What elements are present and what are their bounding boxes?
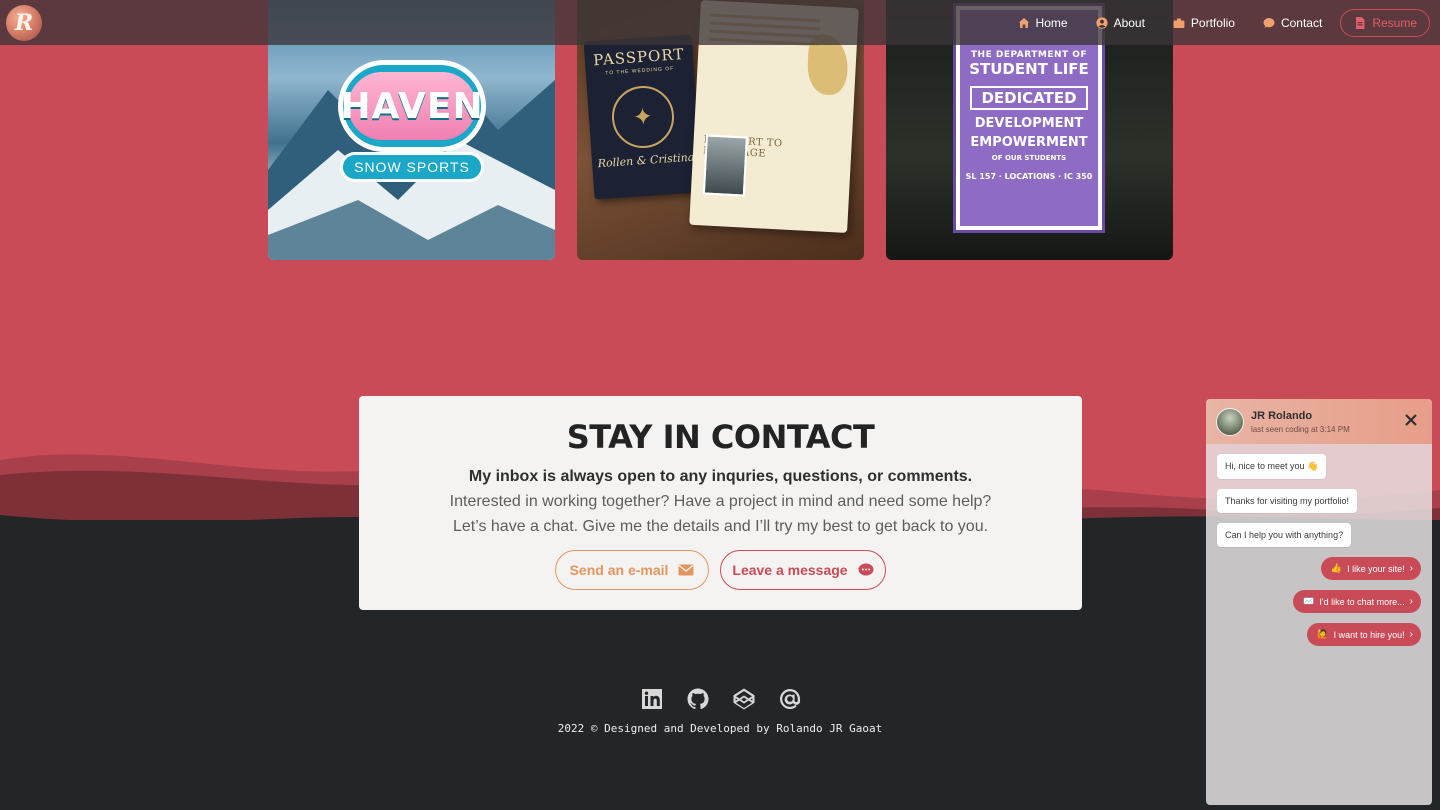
- reply-row: 🙋 I want to hire you! ›: [1217, 623, 1421, 656]
- envelope-emoji-icon: ✉️: [1303, 596, 1315, 606]
- quick-reply-chat-more[interactable]: ✉️ I'd like to chat more... ›: [1293, 590, 1421, 613]
- passport-cover: PASSPORT TO THE WEDDING OF ✦ Rollen & Cr…: [583, 34, 703, 200]
- contact-buttons: Send an e-mail Leave a message: [359, 550, 1082, 590]
- contact-line-1: Interested in working together? Have a p…: [449, 493, 992, 510]
- nav-portfolio-link[interactable]: Portfolio: [1159, 8, 1249, 38]
- send-email-label: Send an e-mail: [569, 562, 669, 578]
- message-row: Thanks for visiting my portfolio!: [1217, 489, 1421, 523]
- quick-reply-like-site[interactable]: 👍 I like your site! ›: [1320, 557, 1421, 580]
- poster-line-3: DEDICATED: [970, 86, 1088, 110]
- site-logo[interactable]: R: [6, 4, 42, 41]
- poster-line-1: THE DEPARTMENT OF: [970, 50, 1088, 60]
- at-sign-icon[interactable]: [778, 687, 802, 711]
- quick-reply-hire[interactable]: 🙋 I want to hire you! ›: [1307, 623, 1421, 646]
- nav-contact-link[interactable]: Contact: [1249, 8, 1336, 38]
- nav-home-link[interactable]: Home: [1004, 8, 1082, 38]
- poster-line-2: STUDENT LIFE: [969, 60, 1089, 78]
- chat-bubble-icon: [858, 563, 874, 576]
- briefcase-icon: [1173, 18, 1185, 28]
- navbar: R Home About Portfolio Contact Resume: [0, 0, 1440, 45]
- file-icon: [1356, 16, 1365, 29]
- poster-line-5: EMPOWERMENT: [970, 135, 1088, 150]
- thumbs-up-icon: 👍: [1330, 563, 1343, 573]
- close-icon: [1405, 413, 1417, 426]
- nav-contact-label: Contact: [1280, 15, 1323, 30]
- send-email-button[interactable]: Send an e-mail: [555, 550, 709, 590]
- message-row: Can I help you with anything?: [1217, 523, 1421, 557]
- chat-message-incoming: Thanks for visiting my portfolio!: [1217, 489, 1358, 513]
- chat-widget: JR Rolando last seen coding at 3:14 PM H…: [1206, 399, 1432, 805]
- leave-message-button[interactable]: Leave a message: [720, 550, 886, 590]
- chat-message-incoming: Can I help you with anything?: [1217, 523, 1352, 547]
- nav-about-link[interactable]: About: [1082, 8, 1159, 38]
- close-chat-button[interactable]: [1404, 413, 1422, 431]
- avatar: [1216, 407, 1244, 436]
- nav-home-label: Home: [1035, 15, 1068, 30]
- home-icon: [1018, 17, 1029, 28]
- reply-row: ✉️ I'd like to chat more... ›: [1217, 590, 1421, 623]
- resume-label: Resume: [1372, 15, 1417, 30]
- haven-logo: HAVEN SNOW SPORTS: [338, 60, 486, 182]
- chevron-right-icon: ›: [1409, 629, 1413, 640]
- envelope-icon: [678, 564, 694, 576]
- maple-leaf-icon: ✦: [609, 83, 677, 151]
- nav-about-label: About: [1113, 15, 1145, 30]
- resume-button[interactable]: Resume: [1340, 8, 1430, 37]
- nav-portfolio-label: Portfolio: [1190, 15, 1235, 30]
- chevron-right-icon: ›: [1409, 596, 1413, 607]
- haven-title: HAVEN: [340, 72, 483, 140]
- social-links: [640, 687, 802, 711]
- haven-subtitle: SNOW SPORTS: [340, 152, 484, 182]
- couple-photo: [702, 134, 748, 197]
- raised-hand-icon: 🙋: [1317, 629, 1329, 639]
- contact-lead: My inbox is always open to any inquries,…: [468, 468, 973, 485]
- quick-reply-label: I want to hire you!: [1333, 629, 1405, 640]
- chat-messages: Hi, nice to meet you 👋 Thanks for visiti…: [1206, 444, 1432, 656]
- quick-reply-label: I'd like to chat more...: [1319, 596, 1405, 607]
- haven-goggle: HAVEN: [338, 60, 486, 152]
- codepen-icon[interactable]: [732, 687, 756, 711]
- contact-line-2: Let’s have a chat. Give me the details a…: [452, 518, 989, 535]
- chat-status: last seen coding at 3:14 PM: [1251, 424, 1350, 434]
- poster-line-4: DEVELOPMENT: [974, 116, 1084, 131]
- leave-message-label: Leave a message: [732, 562, 848, 578]
- chat-icon: [1263, 17, 1275, 28]
- message-text: Hi, nice to meet you: [1225, 461, 1305, 471]
- nav-links: Home About Portfolio Contact Resume: [1004, 8, 1430, 38]
- linkedin-icon[interactable]: [640, 687, 664, 711]
- chevron-right-icon: ›: [1409, 563, 1413, 574]
- chat-meta: JR Rolando last seen coding at 3:14 PM: [1251, 410, 1404, 434]
- contact-card: STAY IN CONTACT My inbox is always open …: [359, 396, 1082, 610]
- chat-message-incoming: Hi, nice to meet you 👋: [1217, 454, 1327, 479]
- quick-reply-label: I like your site!: [1347, 563, 1405, 574]
- message-row: Hi, nice to meet you 👋: [1217, 454, 1421, 489]
- poster-line-6: OF OUR STUDENTS: [991, 154, 1067, 162]
- chat-contact-name: JR Rolando: [1251, 409, 1313, 422]
- chat-header: JR Rolando last seen coding at 3:14 PM: [1206, 399, 1432, 444]
- reply-row: 👍 I like your site! ›: [1217, 557, 1421, 590]
- contact-title: STAY IN CONTACT: [566, 418, 875, 456]
- logo-letter: R: [14, 9, 34, 36]
- wave-emoji-icon: 👋: [1307, 461, 1319, 471]
- user-circle-icon: [1095, 16, 1108, 29]
- passport-names: Rollen & Cristina: [597, 150, 695, 171]
- github-icon[interactable]: [686, 687, 710, 711]
- poster-footer: SL 157 · LOCATIONS · IC 350: [965, 172, 1093, 181]
